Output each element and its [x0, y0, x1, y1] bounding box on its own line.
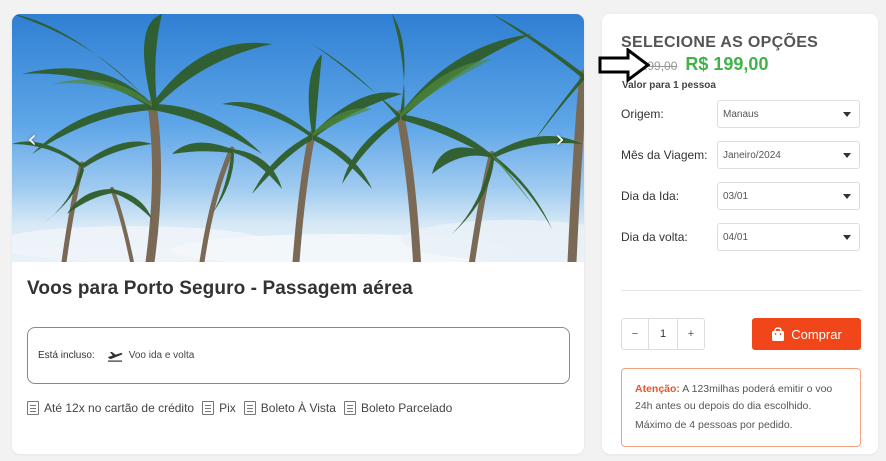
field-label: Origem: [621, 107, 664, 121]
quantity-minus-button[interactable]: − [622, 319, 648, 349]
origin-select[interactable]: Manaus [717, 100, 860, 128]
payment-label: Boleto Parcelado [360, 401, 453, 415]
included-item: Voo ida e volta [128, 350, 195, 361]
field-label: Dia da Ida: [621, 189, 680, 203]
payment-label: Pix [219, 401, 236, 415]
departure-day-field: Dia da Ida: 03/01 [621, 182, 860, 210]
included-box: Está incluso: Voo ida e volta [27, 327, 570, 384]
field-label: Dia da volta: [621, 230, 688, 244]
quantity-stepper: − 1 + [621, 318, 705, 350]
divider [621, 290, 861, 291]
product-title: Voos para Porto Seguro - Passagem aérea [27, 278, 413, 299]
payment-item: Boleto Parcelado [343, 401, 453, 415]
receipt-icon [202, 401, 215, 415]
right-arrow-icon [598, 48, 651, 82]
select-value: Manaus [723, 108, 759, 120]
payment-label: Até 12x no cartão de crédito [44, 401, 195, 415]
payment-item: Até 12x no cartão de crédito [27, 401, 194, 415]
quantity-input[interactable]: 1 [648, 319, 678, 349]
field-label: Mês da Viagem: [621, 148, 708, 162]
travel-month-select[interactable]: Janeiro/2024 [717, 141, 860, 169]
buy-button-label: Comprar [791, 326, 842, 342]
payment-label: Boleto À Vista [260, 401, 336, 415]
product-card: ‹ › Voos para Porto Seguro - Passagem aé… [12, 14, 584, 454]
attention-max-people: Máximo de 4 pessoas por pedido. [635, 419, 793, 431]
receipt-icon [27, 401, 39, 415]
product-image-carousel[interactable]: ‹ › [12, 14, 584, 262]
payment-methods: Até 12x no cartão de crédito Pix Boleto … [27, 401, 460, 415]
chevron-down-icon [843, 152, 851, 158]
plane-icon [107, 351, 123, 362]
receipt-icon [343, 401, 356, 415]
departure-day-select[interactable]: 03/01 [717, 182, 860, 210]
palm-trees-image [12, 14, 584, 262]
carousel-next-button[interactable]: › [548, 124, 572, 154]
select-value: Janeiro/2024 [723, 149, 781, 161]
new-price: R$ 199,00 [685, 54, 769, 74]
payment-item: Boleto À Vista [243, 401, 336, 415]
return-day-field: Dia da volta: 04/01 [621, 223, 860, 251]
chevron-down-icon [843, 111, 851, 117]
payment-item: Pix [202, 401, 236, 415]
select-value: 04/01 [723, 231, 749, 243]
attention-text: Atenção: A 123milhas poderá emitir o voo… [635, 381, 848, 415]
included-label: Está incluso: [38, 350, 95, 361]
shopping-bag-icon [772, 327, 785, 341]
carousel-prev-button[interactable]: ‹ [20, 124, 44, 154]
buy-button[interactable]: Comprar [752, 318, 861, 350]
receipt-icon [243, 401, 256, 415]
options-card: SELECIONE AS OPÇÕES R$ 299,00 R$ 199,00 … [598, 14, 878, 454]
attention-notice: Atenção: A 123milhas poderá emitir o voo… [621, 368, 861, 447]
quantity-plus-button[interactable]: + [678, 319, 704, 349]
origin-field: Origem: Manaus [621, 100, 860, 128]
chevron-down-icon [843, 193, 851, 199]
chevron-down-icon [843, 234, 851, 240]
attention-prefix: Atenção: [635, 383, 680, 395]
select-value: 03/01 [723, 190, 749, 202]
travel-month-field: Mês da Viagem: Janeiro/2024 [621, 141, 860, 169]
return-day-select[interactable]: 04/01 [717, 223, 860, 251]
